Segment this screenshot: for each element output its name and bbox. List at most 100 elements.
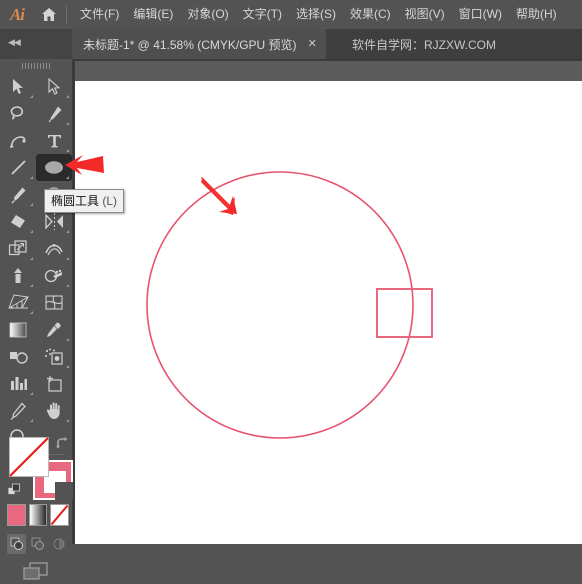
- screen-mode-icon: [23, 562, 48, 580]
- menu-help[interactable]: 帮助(H): [509, 0, 564, 29]
- flyout-indicator: [30, 176, 33, 179]
- change-screen-mode[interactable]: [0, 560, 72, 584]
- flyout-indicator: [66, 149, 69, 152]
- home-icon[interactable]: [34, 0, 64, 29]
- menu-edit[interactable]: 编辑(E): [126, 0, 180, 29]
- flyout-indicator: [66, 122, 69, 125]
- shape-builder-icon: [44, 269, 62, 282]
- artboard-tool[interactable]: [36, 370, 72, 397]
- selection-tool[interactable]: [0, 73, 36, 100]
- flyout-indicator: [30, 257, 33, 260]
- paintbrush-icon: [11, 187, 25, 203]
- gradient-swatch[interactable]: [28, 504, 47, 526]
- draw-behind-mode[interactable]: [28, 534, 47, 554]
- blend-tool[interactable]: [0, 343, 36, 370]
- eraser-tool[interactable]: [0, 208, 36, 235]
- fill-color-swatch[interactable]: [9, 437, 49, 477]
- menu-bar: Ai 文件(F) 编辑(E) 对象(O) 文字(T) 选择(S) 效果(C) 视…: [0, 0, 582, 29]
- ellipse-shape[interactable]: [146, 171, 414, 439]
- color-controls: [0, 434, 73, 580]
- scale-icon: [8, 240, 27, 256]
- stroke-hole: [55, 482, 73, 500]
- flyout-indicator: [66, 257, 69, 260]
- flyout-indicator: [66, 419, 69, 422]
- collapse-panel-icon[interactable]: ◀◀: [8, 37, 21, 48]
- flyout-indicator: [66, 176, 69, 179]
- draw-normal-mode[interactable]: [7, 534, 27, 554]
- slice-knife-icon: [10, 402, 26, 420]
- ellipse-tool[interactable]: [36, 154, 72, 181]
- color-mode-swatches: [7, 504, 69, 528]
- menu-window[interactable]: 窗口(W): [452, 0, 509, 29]
- menu-divider: [66, 5, 67, 24]
- grip-dots-icon: [22, 63, 50, 69]
- menu-file[interactable]: 文件(F): [73, 0, 126, 29]
- type-T-icon: [47, 134, 61, 147]
- close-icon[interactable]: ✕: [308, 38, 317, 50]
- flyout-indicator: [66, 284, 69, 287]
- flyout-indicator: [66, 95, 69, 98]
- perspective-grid-icon: [7, 293, 29, 309]
- canvas-top-border: [72, 59, 582, 61]
- type-tool[interactable]: [36, 127, 72, 154]
- tab-label: 未标题-1* @ 41.58% (CMYK/GPU 预览): [83, 37, 297, 52]
- flyout-indicator: [66, 365, 69, 368]
- perspective-grid-tool[interactable]: [0, 289, 36, 316]
- width-tool[interactable]: [36, 235, 72, 262]
- draw-mode-buttons: [7, 534, 69, 556]
- flyout-indicator: [30, 392, 33, 395]
- shape-builder-tool[interactable]: [36, 262, 72, 289]
- hand-icon: [46, 402, 60, 419]
- tooltip-label: 椭圆工具: [51, 194, 100, 208]
- lasso-tool[interactable]: [0, 100, 36, 127]
- flyout-indicator: [30, 284, 33, 287]
- swap-fill-stroke-icon[interactable]: [54, 436, 70, 452]
- free-transform-tool[interactable]: [0, 262, 36, 289]
- canvas-area[interactable]: [72, 59, 582, 544]
- curvature-tool[interactable]: [0, 127, 36, 154]
- menu-effect[interactable]: 效果(C): [343, 0, 398, 29]
- paintbrush-tool[interactable]: [0, 181, 36, 208]
- curvature-icon: [9, 135, 26, 148]
- tab-watermark: 软件自学网：RJZXW.COM: [341, 29, 505, 59]
- flyout-indicator: [30, 95, 33, 98]
- eyedropper-tool[interactable]: [36, 316, 72, 343]
- tools-panel: ◀◀ 椭圆工具 (L): [0, 29, 125, 580]
- tab-document-active[interactable]: 未标题-1* @ 41.58% (CMYK/GPU 预览) ✕: [72, 29, 326, 59]
- scale-tool[interactable]: [0, 235, 36, 262]
- pen-tool[interactable]: [36, 100, 72, 127]
- none-slash-icon: [50, 504, 69, 526]
- default-fill-stroke-icon[interactable]: [7, 483, 23, 499]
- eyedropper-icon: [47, 322, 61, 337]
- artwork-shapes[interactable]: [75, 81, 582, 544]
- symbol-sprayer-tool[interactable]: [36, 343, 72, 370]
- color-swatch[interactable]: [7, 504, 26, 526]
- slice-tool[interactable]: [0, 397, 36, 424]
- ai-logo-icon: Ai: [9, 4, 25, 24]
- mesh-tool[interactable]: [36, 289, 72, 316]
- line-segment-tool[interactable]: [0, 154, 36, 181]
- document-tab-bar: 未标题-1* @ 41.58% (CMYK/GPU 预览) ✕ 软件自学网：RJ…: [0, 29, 582, 59]
- direct-selection-tool[interactable]: [36, 73, 72, 100]
- menu-item-list: 文件(F) 编辑(E) 对象(O) 文字(T) 选择(S) 效果(C) 视图(V…: [73, 0, 564, 29]
- pen-icon: [48, 106, 61, 122]
- lasso-icon: [10, 105, 23, 120]
- blend-icon: [9, 352, 28, 364]
- gradient-tool[interactable]: [0, 316, 36, 343]
- draw-inside-mode[interactable]: [50, 534, 69, 554]
- menu-object[interactable]: 对象(O): [180, 0, 235, 29]
- panel-drag-handle[interactable]: [0, 59, 72, 73]
- rotate-reflect-icon: [44, 213, 63, 230]
- menu-select[interactable]: 选择(S): [289, 0, 343, 29]
- hand-tool[interactable]: [36, 397, 72, 424]
- rectangle-shape[interactable]: [376, 288, 433, 338]
- bar-chart-icon: [10, 377, 27, 390]
- flyout-indicator: [66, 230, 69, 233]
- menu-view[interactable]: 视图(V): [398, 0, 452, 29]
- none-swatch[interactable]: [50, 504, 69, 526]
- column-graph-tool[interactable]: [0, 370, 36, 397]
- flyout-indicator: [30, 311, 33, 314]
- artboard[interactable]: [75, 81, 582, 544]
- flyout-indicator: [30, 419, 33, 422]
- menu-type[interactable]: 文字(T): [236, 0, 289, 29]
